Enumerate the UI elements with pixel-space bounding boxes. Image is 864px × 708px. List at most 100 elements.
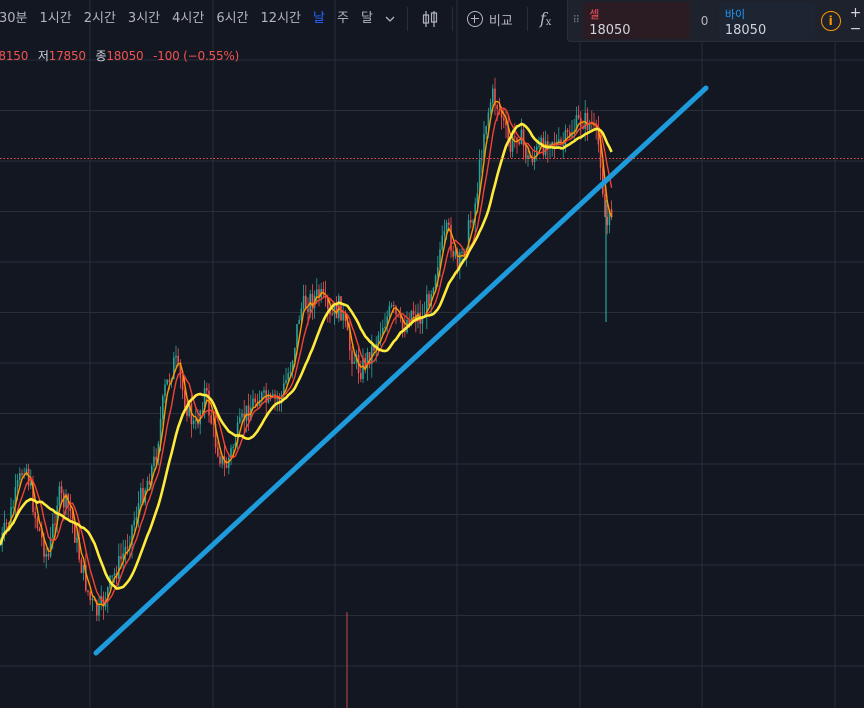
candle-body — [177, 355, 179, 363]
candle-body — [60, 486, 63, 494]
candle-body — [201, 410, 204, 412]
interval-9[interactable]: 달 — [355, 0, 379, 38]
plus-circle-icon — [466, 11, 483, 27]
interval-7[interactable]: 날 — [307, 0, 331, 38]
toolbar-divider — [451, 7, 453, 31]
compare-button[interactable]: 비교 — [459, 10, 521, 29]
chart-grid — [0, 0, 864, 708]
trendline[interactable] — [93, 85, 709, 656]
candle-body — [470, 220, 472, 223]
candle-body — [384, 326, 386, 328]
candle-body — [192, 420, 195, 425]
candle-body — [120, 556, 122, 560]
candle-body — [522, 129, 525, 147]
candle-body — [509, 140, 512, 152]
candle-body — [21, 473, 23, 476]
low-value: 17850 — [48, 49, 86, 63]
candle-body — [118, 556, 120, 579]
candle-body — [390, 304, 393, 307]
interval-group: 30분 1시간 2시간 3시간 4시간 6시간 12시간 날 주 달 — [0, 0, 379, 38]
candle-body — [445, 222, 448, 231]
close-label: 종 — [95, 49, 107, 63]
candle-body — [239, 417, 241, 423]
candle-body — [140, 488, 142, 504]
candle-body — [437, 267, 439, 276]
interval-6[interactable]: 12시간 — [255, 0, 307, 38]
quantity-stepper: + − — [847, 0, 864, 41]
candle-body — [496, 105, 498, 109]
candle-body — [448, 222, 450, 225]
candle-body — [241, 413, 243, 418]
candle-body — [52, 523, 54, 538]
candle-body — [184, 390, 186, 408]
candle-body — [566, 130, 569, 132]
candle-body — [307, 308, 309, 313]
candle-body — [166, 379, 168, 385]
candle-body — [289, 371, 292, 374]
candle-body — [212, 423, 215, 425]
buy-button[interactable]: 바이 18050 — [718, 2, 815, 39]
plus-icon[interactable]: + — [850, 5, 862, 21]
ma-slow-line — [0, 122, 613, 590]
candle-body — [353, 362, 355, 364]
info-icon[interactable]: i — [820, 10, 841, 31]
sell-button[interactable]: 셀 18050 — [583, 2, 691, 39]
candle-body — [124, 546, 127, 554]
interval-1[interactable]: 1시간 — [34, 0, 78, 38]
candle-body — [586, 112, 589, 130]
toolbar-divider — [406, 7, 408, 31]
candle-body — [245, 405, 248, 421]
candle-body — [342, 313, 344, 321]
buy-price: 18050 — [724, 23, 767, 38]
interval-3[interactable]: 3시간 — [122, 0, 166, 38]
candle-body — [232, 446, 234, 448]
candle-body — [12, 506, 14, 508]
interval-4[interactable]: 4시간 — [166, 0, 210, 38]
candle-body — [454, 251, 457, 257]
candlestick-icon[interactable] — [414, 0, 446, 38]
candle-body — [525, 146, 527, 160]
candle-body — [164, 384, 166, 397]
candle-body — [492, 88, 494, 103]
candle-body — [89, 591, 91, 601]
candle-body — [36, 517, 39, 529]
price-chart[interactable] — [0, 0, 864, 708]
candle-body — [481, 158, 483, 160]
ma-mid-line — [0, 107, 613, 604]
candle-body — [210, 415, 212, 424]
interval-2[interactable]: 2시간 — [78, 0, 122, 38]
candle-body — [487, 112, 490, 126]
candle-body — [393, 304, 395, 307]
candle-body — [360, 372, 362, 379]
candle-body — [126, 546, 129, 548]
candle-body — [5, 522, 8, 524]
change-value: -100 (−0.55%) — [153, 49, 240, 63]
candle-body — [181, 378, 184, 391]
candle-body — [302, 295, 305, 309]
candle-body — [87, 590, 89, 592]
candle-body — [47, 553, 50, 557]
candle-body — [287, 373, 289, 381]
candle-body — [388, 306, 391, 317]
minus-icon[interactable]: − — [850, 21, 862, 37]
trade-panel: ⠿ 셀 18050 0 바이 18050 i + − — [567, 0, 864, 42]
open-value: 18150 — [0, 49, 29, 63]
candle-body — [489, 102, 492, 113]
drag-handle-icon[interactable]: ⠿ — [568, 0, 583, 41]
candle-body — [153, 456, 155, 467]
fx-indicators-icon[interactable]: fx — [534, 0, 558, 38]
toolbar-divider — [526, 7, 528, 31]
candle-body — [503, 117, 505, 121]
interval-8[interactable]: 주 — [331, 0, 355, 38]
candle-body — [80, 559, 83, 573]
candle-body — [74, 522, 76, 543]
candle-body — [379, 334, 382, 336]
candle-body — [155, 456, 157, 461]
chevron-down-icon[interactable] — [379, 0, 401, 38]
candle-body — [111, 575, 113, 577]
candle-body — [76, 537, 78, 543]
interval-5[interactable]: 6시간 — [210, 0, 254, 38]
candle-body — [168, 379, 171, 383]
interval-0[interactable]: 30분 — [0, 0, 34, 38]
candle-body — [441, 235, 443, 250]
